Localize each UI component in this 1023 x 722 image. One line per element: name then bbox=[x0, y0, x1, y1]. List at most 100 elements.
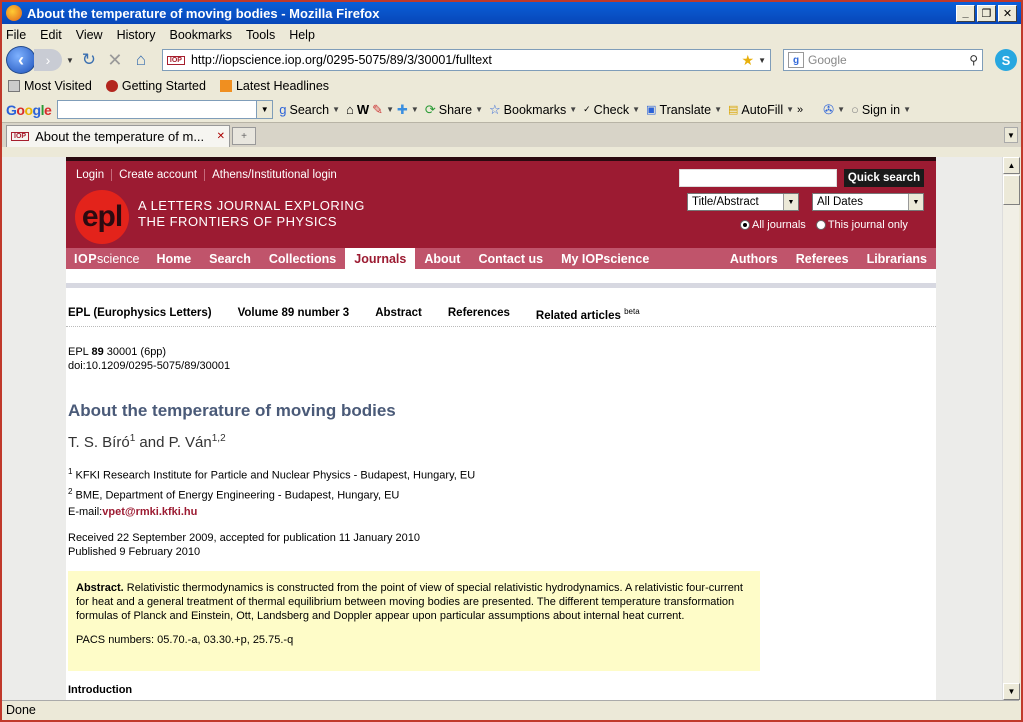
pacs-numbers: PACS numbers: 05.70.-a, 03.30.+p, 25.75.… bbox=[76, 634, 294, 646]
autofill-button[interactable]: ▤ AutoFill ▼» bbox=[728, 103, 803, 117]
close-window-button[interactable]: ✕ bbox=[998, 4, 1017, 22]
firefox-icon bbox=[6, 5, 22, 21]
close-tab-icon[interactable]: ✕ bbox=[217, 131, 225, 142]
bookmarks-toolbar: Most Visited Getting Started Latest Head… bbox=[2, 75, 1021, 97]
tab-bar: IOP About the temperature of m... ✕ + ▼ bbox=[2, 123, 1021, 147]
login-link[interactable]: Login bbox=[76, 169, 113, 181]
list-tabs-button[interactable]: ▼ bbox=[1004, 127, 1018, 143]
url-bar[interactable]: IOP http://iopscience.iop.org/0295-5075/… bbox=[161, 49, 771, 71]
status-text: Done bbox=[6, 702, 36, 717]
tab-article[interactable]: IOP About the temperature of m... ✕ bbox=[6, 125, 230, 147]
article-title: About the temperature of moving bodies bbox=[68, 401, 396, 420]
nav-my-iopscience[interactable]: My IOPscience bbox=[552, 248, 658, 269]
search-input[interactable]: Google bbox=[808, 53, 969, 67]
search-field-select[interactable]: Title/Abstract ▼ bbox=[687, 193, 799, 211]
google-search-button[interactable]: g Search ▼ bbox=[279, 102, 340, 117]
forward-button[interactable]: › bbox=[34, 49, 62, 71]
reload-icon[interactable]: ↻ bbox=[78, 49, 100, 71]
restore-button[interactable]: ❐ bbox=[977, 4, 996, 22]
related-articles-link[interactable]: Related articles beta bbox=[536, 307, 640, 322]
references-link[interactable]: References bbox=[448, 307, 510, 322]
nav-authors[interactable]: Authors bbox=[721, 248, 787, 269]
nav-collections[interactable]: Collections bbox=[260, 248, 345, 269]
skype-icon[interactable]: S bbox=[995, 49, 1017, 71]
google-bookmarks-button[interactable]: ☆ Bookmarks ▼ bbox=[489, 102, 577, 118]
create-account-link[interactable]: Create account bbox=[112, 169, 206, 181]
share-button[interactable]: ⟳ Share ▼ bbox=[425, 102, 483, 118]
menu-tools[interactable]: Tools bbox=[246, 28, 275, 42]
sign-in-icon: ○ bbox=[850, 102, 859, 117]
scroll-down-button[interactable]: ▼ bbox=[1003, 683, 1020, 700]
nav-journals[interactable]: Journals bbox=[345, 248, 416, 269]
menu-history[interactable]: History bbox=[117, 28, 156, 42]
most-visited-icon bbox=[8, 80, 20, 92]
menu-file[interactable]: File bbox=[6, 28, 26, 42]
translate-button[interactable]: ▣ Translate ▼ bbox=[646, 103, 722, 117]
bookmark-latest-headlines[interactable]: Latest Headlines bbox=[219, 79, 329, 93]
account-links: Login Create account Athens/Institutiona… bbox=[76, 169, 344, 181]
google-logo[interactable]: Google bbox=[6, 102, 52, 118]
bookmark-star-icon[interactable]: ★ bbox=[742, 52, 755, 69]
quick-search-button[interactable]: Quick search bbox=[844, 169, 924, 187]
scroll-up-button[interactable]: ▲ bbox=[1003, 157, 1020, 174]
spell-check-button[interactable]: ✓ Check ▼ bbox=[583, 103, 640, 117]
abstract-link[interactable]: Abstract bbox=[375, 307, 422, 322]
share-icon: ⟳ bbox=[424, 101, 436, 117]
chevron-down-icon: ▼ bbox=[783, 194, 798, 210]
bookmark-getting-started[interactable]: Getting Started bbox=[105, 79, 206, 93]
tab-favicon-icon: IOP bbox=[11, 132, 30, 141]
nav-home[interactable]: Home bbox=[147, 248, 200, 269]
highlight-icon: ✎ bbox=[372, 101, 384, 117]
journal-scope-radios: All journals This journal only bbox=[740, 219, 908, 231]
chevron-down-icon[interactable]: ▼ bbox=[256, 101, 273, 118]
google-toolbar: Google ▼ g Search ▼ ⌂ W ✎ ▼ ✚ ▼ ⟳ Share ▼ ☆ Bookma… bbox=[2, 97, 1021, 123]
sign-in-button[interactable]: ○ Sign in ▼ bbox=[851, 102, 911, 117]
iopscience-brand[interactable]: IOP science bbox=[66, 248, 147, 269]
home-small-icon: ⌂ bbox=[346, 102, 354, 117]
toolbar-buttons-group[interactable]: ⌂ W ✎ ▼ ✚ ▼ bbox=[346, 102, 419, 118]
history-dropdown-icon[interactable]: ▼ bbox=[66, 56, 74, 65]
scroll-thumb[interactable] bbox=[1003, 175, 1020, 205]
wrench-icon: ✇ bbox=[823, 101, 835, 117]
nav-search[interactable]: Search bbox=[200, 248, 260, 269]
url-text[interactable]: http://iopscience.iop.org/0295-5075/89/3… bbox=[191, 53, 742, 67]
volume-link[interactable]: Volume 89 number 3 bbox=[238, 307, 350, 322]
menu-view[interactable]: View bbox=[76, 28, 103, 42]
url-dropdown-icon[interactable]: ▼ bbox=[758, 56, 766, 65]
stop-icon[interactable]: ✕ bbox=[104, 49, 126, 71]
bookmark-most-visited[interactable]: Most Visited bbox=[8, 79, 92, 93]
radio-this-journal[interactable]: This journal only bbox=[815, 219, 908, 231]
nav-contact-us[interactable]: Contact us bbox=[469, 248, 552, 269]
search-icon[interactable]: ⚲ bbox=[969, 53, 978, 67]
home-icon[interactable]: ⌂ bbox=[130, 49, 152, 71]
page-viewport: Login Create account Athens/Institutiona… bbox=[2, 157, 1002, 700]
search-engine-icon[interactable]: g bbox=[788, 52, 804, 68]
google-search-input[interactable]: ▼ bbox=[57, 100, 274, 119]
radio-all-journals[interactable]: All journals bbox=[740, 219, 806, 231]
getting-started-icon bbox=[105, 80, 118, 92]
nav-referees[interactable]: Referees bbox=[787, 248, 858, 269]
quick-search-input[interactable] bbox=[679, 169, 837, 187]
epl-logo[interactable]: epl bbox=[75, 190, 129, 244]
institutional-login-link[interactable]: Athens/Institutional login bbox=[205, 169, 344, 181]
back-button[interactable]: ‹ bbox=[6, 46, 36, 74]
new-tab-button[interactable]: + bbox=[232, 127, 256, 145]
menu-edit[interactable]: Edit bbox=[40, 28, 62, 42]
minimize-button[interactable]: _ bbox=[956, 4, 975, 22]
menu-bar: File Edit View History Bookmarks Tools H… bbox=[2, 24, 1021, 45]
divider bbox=[66, 283, 936, 288]
nav-librarians[interactable]: Librarians bbox=[858, 248, 936, 269]
wrench-button[interactable]: ✇ ▼ bbox=[823, 102, 845, 118]
window-title: About the temperature of moving bodies -… bbox=[27, 5, 380, 21]
email-link[interactable]: vpet@rmki.kfki.hu bbox=[102, 506, 197, 518]
nav-about[interactable]: About bbox=[415, 248, 469, 269]
vertical-scrollbar[interactable]: ▲ ▼ bbox=[1002, 157, 1020, 700]
google-g-icon: g bbox=[279, 102, 287, 117]
journal-link[interactable]: EPL (Europhysics Letters) bbox=[68, 307, 212, 322]
menu-bookmarks[interactable]: Bookmarks bbox=[169, 28, 232, 42]
search-bar[interactable]: g Google ⚲ bbox=[783, 49, 983, 71]
abstract-text: Relativistic thermodynamics is construct… bbox=[76, 582, 743, 622]
date-range-select[interactable]: All Dates ▼ bbox=[812, 193, 924, 211]
section-heading-introduction: Introduction bbox=[68, 684, 133, 696]
menu-help[interactable]: Help bbox=[289, 28, 315, 42]
